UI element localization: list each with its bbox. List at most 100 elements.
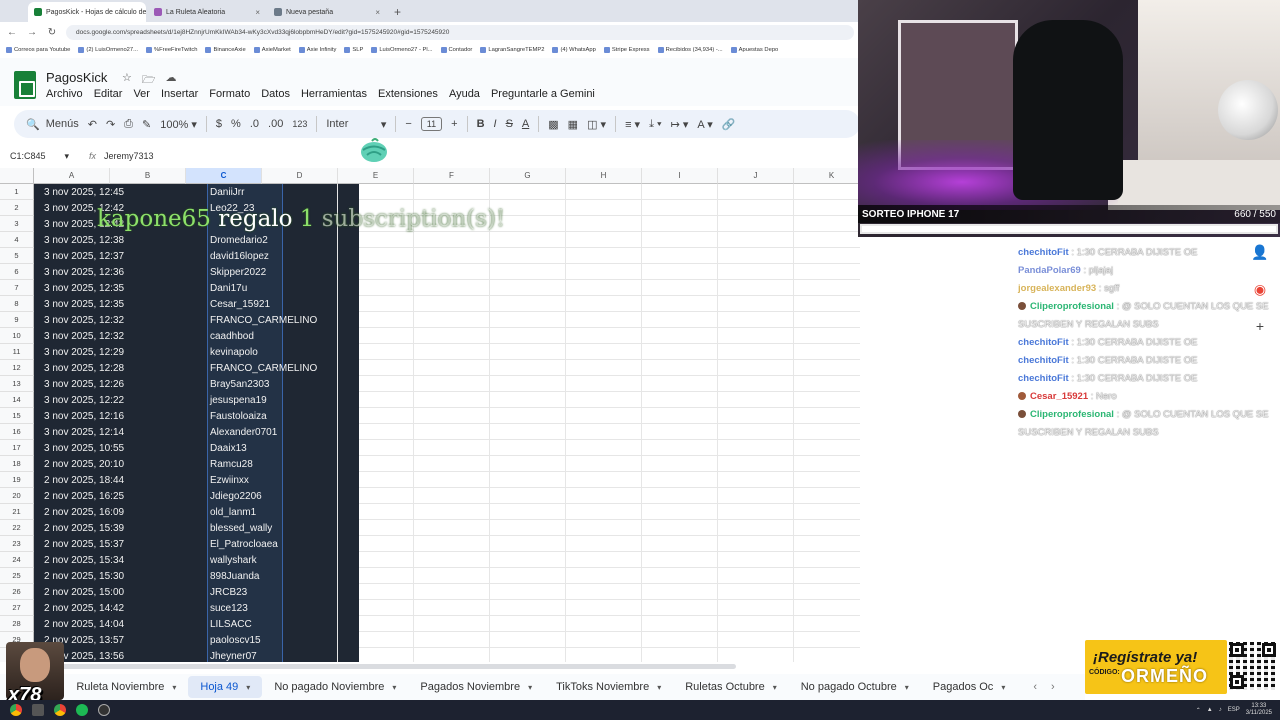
decrease-decimal-button[interactable]: .0 (250, 118, 259, 130)
menu-item[interactable]: Preguntarle a Gemini (491, 88, 595, 100)
column-header[interactable]: C (186, 168, 262, 184)
row-header[interactable]: 21 (0, 504, 34, 520)
cell-timestamp[interactable]: 2 nov 2025, 14:04 (44, 616, 124, 632)
cell-username[interactable]: caadhbod (210, 328, 254, 344)
align-vertical-icon[interactable]: ⤓ ▾ (649, 118, 662, 131)
row-header[interactable]: 12 (0, 360, 34, 376)
sheet-tab[interactable]: Ruletas Octubre ▾ (673, 676, 789, 698)
chrome-profile-icon[interactable] (54, 704, 66, 716)
cell-username[interactable]: Dani17u (210, 280, 247, 296)
column-header[interactable]: H (566, 168, 642, 184)
text-wrap-icon[interactable]: ↦ ▾ (671, 118, 689, 131)
column-header[interactable]: E (338, 168, 414, 184)
network-icon[interactable]: ▲ (1207, 707, 1213, 713)
cell-username[interactable]: Bray5an2303 (210, 376, 270, 392)
cell-timestamp[interactable]: 3 nov 2025, 12:32 (44, 328, 124, 344)
chrome-icon[interactable] (10, 704, 22, 716)
contacts-icon[interactable]: 👤 (1251, 244, 1268, 261)
chevron-down-icon[interactable]: ▾ (773, 683, 777, 692)
fill-color-icon[interactable]: ▩ (548, 118, 558, 131)
print-icon[interactable]: ⎙ (124, 118, 133, 131)
menu-item[interactable]: Datos (261, 88, 290, 100)
increase-decimal-button[interactable]: .00 (268, 118, 283, 130)
cell-timestamp[interactable]: 3 nov 2025, 12:16 (44, 408, 124, 424)
column-header[interactable]: K (794, 168, 860, 184)
bookmark-item[interactable]: LagranSangreTEMP2 (480, 47, 544, 53)
font-select[interactable]: Inter ▾ (326, 118, 386, 131)
chat-username[interactable]: Cliperoprofesional (1030, 301, 1114, 312)
cell-username[interactable]: kevinapolo (210, 344, 258, 360)
bold-button[interactable]: B (477, 118, 485, 130)
menu-item[interactable]: Ayuda (449, 88, 480, 100)
italic-button[interactable]: I (494, 118, 497, 130)
row-header[interactable]: 20 (0, 488, 34, 504)
number-format-button[interactable]: 123 (292, 119, 307, 129)
cell-timestamp[interactable]: 2 nov 2025, 18:44 (44, 472, 124, 488)
row-header[interactable]: 18 (0, 456, 34, 472)
cell-timestamp[interactable]: 2 nov 2025, 20:10 (44, 456, 124, 472)
row-header[interactable]: 14 (0, 392, 34, 408)
row-header[interactable]: 5 (0, 248, 34, 264)
chevron-down-icon[interactable]: ▾ (657, 683, 661, 692)
cell-username[interactable]: JRCB23 (210, 584, 247, 600)
bookmark-item[interactable]: %FreeFireTwitch (145, 47, 197, 53)
row-header[interactable]: 27 (0, 600, 34, 616)
sheet-tab[interactable]: Ruleta Noviembre ▾ (64, 676, 188, 698)
font-size-increase-icon[interactable]: + (451, 118, 457, 130)
sheet-tab[interactable]: Hoja 49 ▾ (188, 676, 263, 698)
bookmark-item[interactable]: SLP (344, 47, 363, 53)
chevron-down-icon[interactable]: ▾ (528, 683, 532, 692)
bookmark-item[interactable]: BinanceAxie (205, 47, 246, 53)
column-header[interactable]: D (262, 168, 338, 184)
row-header[interactable]: 1 (0, 184, 34, 200)
cell-username[interactable]: Ramcu28 (210, 456, 253, 472)
cell-timestamp[interactable]: 3 nov 2025, 12:28 (44, 360, 124, 376)
row-header[interactable]: 17 (0, 440, 34, 456)
font-size-decrease-icon[interactable]: − (405, 118, 411, 130)
add-addon-icon[interactable]: + (1256, 318, 1264, 334)
column-header[interactable]: A (34, 168, 110, 184)
row-header[interactable]: 4 (0, 232, 34, 248)
row-header[interactable]: 22 (0, 520, 34, 536)
cell-username[interactable]: FRANCO_CARMELINO (210, 312, 317, 328)
chevron-down-icon[interactable]: ▾ (246, 683, 250, 692)
browser-tab[interactable]: La Ruleta Aleatoria × (148, 2, 266, 22)
column-header[interactable]: J (718, 168, 794, 184)
row-header[interactable]: 10 (0, 328, 34, 344)
cell-timestamp[interactable]: 2 nov 2025, 15:00 (44, 584, 124, 600)
chevron-left-icon[interactable]: ‹ (1033, 681, 1037, 693)
column-header[interactable]: F (414, 168, 490, 184)
cell-username[interactable]: LILSACC (210, 616, 252, 632)
zoom-select[interactable]: 100% ▾ (160, 118, 197, 131)
language-indicator[interactable]: ESP (1228, 707, 1240, 713)
menu-item[interactable]: Insertar (161, 88, 198, 100)
chevron-down-icon[interactable]: ▾ (392, 683, 396, 692)
chevron-right-icon[interactable]: › (1051, 681, 1055, 693)
browser-tab[interactable]: Nueva pestaña × (268, 2, 386, 22)
cell-username[interactable]: FRANCO_CARMELINO (210, 360, 317, 376)
undo-icon[interactable]: ↶ (88, 118, 97, 131)
menu-item[interactable]: Extensiones (378, 88, 438, 100)
align-horizontal-icon[interactable]: ≡ ▾ (625, 118, 640, 131)
row-header[interactable]: 19 (0, 472, 34, 488)
volume-icon[interactable]: ♪ (1219, 707, 1222, 713)
menu-item[interactable]: Archivo (46, 88, 83, 100)
new-tab-button[interactable]: + (388, 2, 407, 22)
chat-username[interactable]: PandaPolar69 (1018, 265, 1081, 276)
cell-username[interactable]: Faustoloaiza (210, 408, 267, 424)
select-all-corner[interactable] (0, 168, 34, 184)
bookmark-item[interactable]: Apuestas Depo (730, 47, 778, 53)
cell-username[interactable]: Skipper2022 (210, 264, 266, 280)
cell-username[interactable]: jesuspena19 (210, 392, 267, 408)
cell-timestamp[interactable]: 3 nov 2025, 12:32 (44, 312, 124, 328)
row-header[interactable]: 24 (0, 552, 34, 568)
back-icon[interactable]: ← (6, 27, 18, 38)
cell-timestamp[interactable]: 3 nov 2025, 12:22 (44, 392, 124, 408)
row-header[interactable]: 23 (0, 536, 34, 552)
spotify-icon[interactable] (76, 704, 88, 716)
terminal-icon[interactable] (32, 704, 44, 716)
borders-icon[interactable]: ▦ (568, 118, 578, 131)
cell-timestamp[interactable]: 2 nov 2025, 15:34 (44, 552, 124, 568)
cell-username[interactable]: wallyshark (210, 552, 257, 568)
paint-format-icon[interactable]: ✎ (142, 118, 151, 131)
